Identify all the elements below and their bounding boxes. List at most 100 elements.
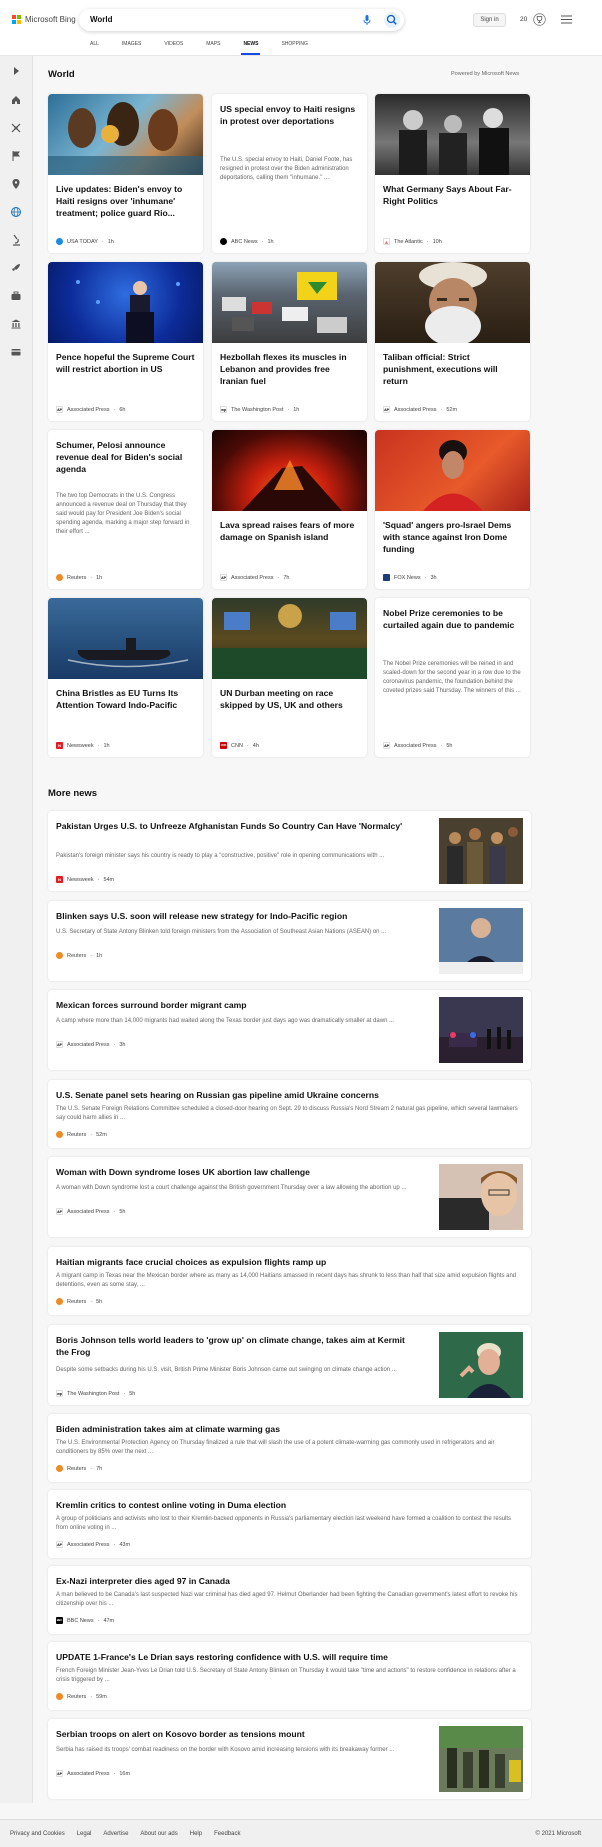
location-pin-icon[interactable] <box>10 178 22 190</box>
article-source[interactable]: USA TODAY · 1h <box>56 238 195 245</box>
article-headline[interactable]: Serbian troops on alert on Kosovo border… <box>56 1728 411 1740</box>
article-source[interactable]: N Newsweek · 54m <box>56 876 114 883</box>
news-card[interactable]: Schumer, Pelosi announce revenue deal fo… <box>48 430 203 589</box>
rewards-count[interactable]: 20 <box>520 16 527 23</box>
article-headline[interactable]: Lava spread raises fears of more damage … <box>220 519 359 543</box>
article-headline[interactable]: Haitian migrants face crucial choices as… <box>56 1256 521 1268</box>
globe-icon[interactable] <box>10 206 22 218</box>
home-icon[interactable] <box>10 94 22 106</box>
news-list-item[interactable]: Serbian troops on alert on Kosovo border… <box>48 1719 531 1799</box>
microphone-icon[interactable] <box>361 14 373 26</box>
article-source[interactable]: ABC News · 1h <box>220 238 359 245</box>
search-input[interactable]: World <box>90 15 113 24</box>
article-source[interactable]: BBC BBC News · 47m <box>56 1617 114 1624</box>
play-icon[interactable] <box>10 65 22 77</box>
footer-link-feedback[interactable]: Feedback <box>214 1831 240 1837</box>
news-card[interactable]: Pence hopeful the Supreme Court will res… <box>48 262 203 421</box>
footer-link-advertise[interactable]: Advertise <box>103 1831 128 1837</box>
article-source[interactable]: AP Associated Press · 16m <box>56 1770 130 1777</box>
news-card[interactable]: Hezbollah flexes its muscles in Lebanon … <box>212 262 367 421</box>
news-list-item[interactable]: Pakistan Urges U.S. to Unfreeze Afghanis… <box>48 811 531 891</box>
article-source[interactable]: Reuters · 52m <box>56 1131 107 1138</box>
hamburger-menu-icon[interactable] <box>561 15 572 24</box>
tab-videos[interactable]: VIDEOS <box>164 41 183 56</box>
article-headline[interactable]: Pence hopeful the Supreme Court will res… <box>56 351 195 375</box>
news-card[interactable]: US special envoy to Haiti resigns in pro… <box>212 94 367 253</box>
tab-news[interactable]: NEWS <box>241 41 261 56</box>
tab-shopping[interactable]: SHOPPING <box>281 41 307 56</box>
article-headline[interactable]: Mexican forces surround border migrant c… <box>56 999 411 1011</box>
article-headline[interactable]: Live updates: Biden's envoy to Haiti res… <box>56 183 195 219</box>
article-source[interactable]: AP Associated Press · 52m <box>383 406 522 413</box>
tab-all[interactable]: ALL <box>90 41 99 56</box>
tab-images[interactable]: IMAGES <box>122 41 141 56</box>
article-headline[interactable]: Woman with Down syndrome loses UK aborti… <box>56 1166 411 1178</box>
search-button[interactable] <box>384 12 400 28</box>
article-source[interactable]: Reuters · 1h <box>56 952 102 959</box>
crosshair-icon[interactable] <box>10 122 22 134</box>
briefcase-icon[interactable] <box>10 290 22 302</box>
bank-icon[interactable] <box>10 318 22 330</box>
article-headline[interactable]: U.S. Senate panel sets hearing on Russia… <box>56 1089 521 1101</box>
article-headline[interactable]: Biden administration takes aim at climat… <box>56 1423 521 1435</box>
news-list-item[interactable]: Mexican forces surround border migrant c… <box>48 990 531 1070</box>
article-source[interactable]: AP Associated Press · 6h <box>56 406 195 413</box>
article-source[interactable]: Reuters · 7h <box>56 1465 102 1472</box>
news-card[interactable]: What Germany Says About Far-Right Politi… <box>375 94 530 253</box>
news-list-item[interactable]: Ex-Nazi interpreter dies aged 97 in Cana… <box>48 1566 531 1634</box>
article-headline[interactable]: US special envoy to Haiti resigns in pro… <box>220 103 359 127</box>
news-card[interactable]: 'Squad' angers pro-Israel Dems with stan… <box>375 430 530 589</box>
news-list-item[interactable]: Boris Johnson tells world leaders to 'gr… <box>48 1325 531 1405</box>
news-list-item[interactable]: UPDATE 1-France's Le Drian says restorin… <box>48 1642 531 1710</box>
article-headline[interactable]: China Bristles as EU Turns Its Attention… <box>56 687 195 711</box>
article-headline[interactable]: Nobel Prize ceremonies to be curtailed a… <box>383 607 522 631</box>
news-list-item[interactable]: Biden administration takes aim at climat… <box>48 1414 531 1482</box>
article-headline[interactable]: What Germany Says About Far-Right Politi… <box>383 183 522 207</box>
footer-link-about-ads[interactable]: About our ads <box>140 1831 177 1837</box>
bing-logo[interactable]: Microsoft Bing <box>12 15 76 24</box>
article-headline[interactable]: UN Durban meeting on race skipped by US,… <box>220 687 359 711</box>
article-headline[interactable]: Taliban official: Strict punishment, exe… <box>383 351 522 387</box>
news-list-item[interactable]: Haitian migrants face crucial choices as… <box>48 1247 531 1315</box>
news-card[interactable]: Live updates: Biden's envoy to Haiti res… <box>48 94 203 253</box>
search-box[interactable]: World <box>79 9 404 31</box>
news-list-item[interactable]: Blinken says U.S. soon will release new … <box>48 901 531 981</box>
article-headline[interactable]: Pakistan Urges U.S. to Unfreeze Afghanis… <box>56 820 411 832</box>
article-source[interactable]: FOX News · 3h <box>383 574 522 581</box>
powered-by-label[interactable]: Powered by Microsoft News <box>451 71 519 77</box>
article-source[interactable]: wp The Washington Post · 1h <box>220 406 359 413</box>
article-source[interactable]: Reuters · 5h <box>56 1298 102 1305</box>
sign-in-button[interactable]: Sign in <box>473 13 506 27</box>
article-source[interactable]: wp The Washington Post · 5h <box>56 1390 135 1397</box>
news-card[interactable]: Lava spread raises fears of more damage … <box>212 430 367 589</box>
news-list-item[interactable]: Woman with Down syndrome loses UK aborti… <box>48 1157 531 1237</box>
article-source[interactable]: AP Associated Press · 3h <box>56 1041 125 1048</box>
rewards-trophy-icon[interactable] <box>533 13 546 26</box>
news-card[interactable]: Taliban official: Strict punishment, exe… <box>375 262 530 421</box>
news-card[interactable]: UN Durban meeting on race skipped by US,… <box>212 598 367 757</box>
rocket-icon[interactable] <box>10 262 22 274</box>
news-list-item[interactable]: U.S. Senate panel sets hearing on Russia… <box>48 1080 531 1148</box>
article-source[interactable]: A The Atlantic · 10h <box>383 238 522 245</box>
article-headline[interactable]: Blinken says U.S. soon will release new … <box>56 910 411 922</box>
article-headline[interactable]: Ex-Nazi interpreter dies aged 97 in Cana… <box>56 1575 521 1587</box>
article-source[interactable]: AP Associated Press · 5h <box>56 1208 125 1215</box>
credit-card-icon[interactable] <box>10 346 22 358</box>
article-source[interactable]: CNN CNN · 4h <box>220 742 359 749</box>
article-source[interactable]: AP Associated Press · 5h <box>383 742 522 749</box>
news-card[interactable]: Nobel Prize ceremonies to be curtailed a… <box>375 598 530 757</box>
news-card[interactable]: China Bristles as EU Turns Its Attention… <box>48 598 203 757</box>
microscope-icon[interactable] <box>10 234 22 246</box>
article-source[interactable]: Reuters · 59m <box>56 1693 107 1700</box>
article-source[interactable]: AP Associated Press · 7h <box>220 574 359 581</box>
article-headline[interactable]: Schumer, Pelosi announce revenue deal fo… <box>56 439 195 475</box>
article-source[interactable]: AP Associated Press · 43m <box>56 1541 130 1548</box>
article-source[interactable]: N Newsweek · 1h <box>56 742 195 749</box>
footer-link-help[interactable]: Help <box>190 1831 202 1837</box>
article-headline[interactable]: Kremlin critics to contest online voting… <box>56 1499 521 1511</box>
article-source[interactable]: Reuters · 1h <box>56 574 195 581</box>
flag-icon[interactable] <box>10 150 22 162</box>
article-headline[interactable]: 'Squad' angers pro-Israel Dems with stan… <box>383 519 522 555</box>
footer-link-legal[interactable]: Legal <box>77 1831 92 1837</box>
article-headline[interactable]: Hezbollah flexes its muscles in Lebanon … <box>220 351 359 387</box>
